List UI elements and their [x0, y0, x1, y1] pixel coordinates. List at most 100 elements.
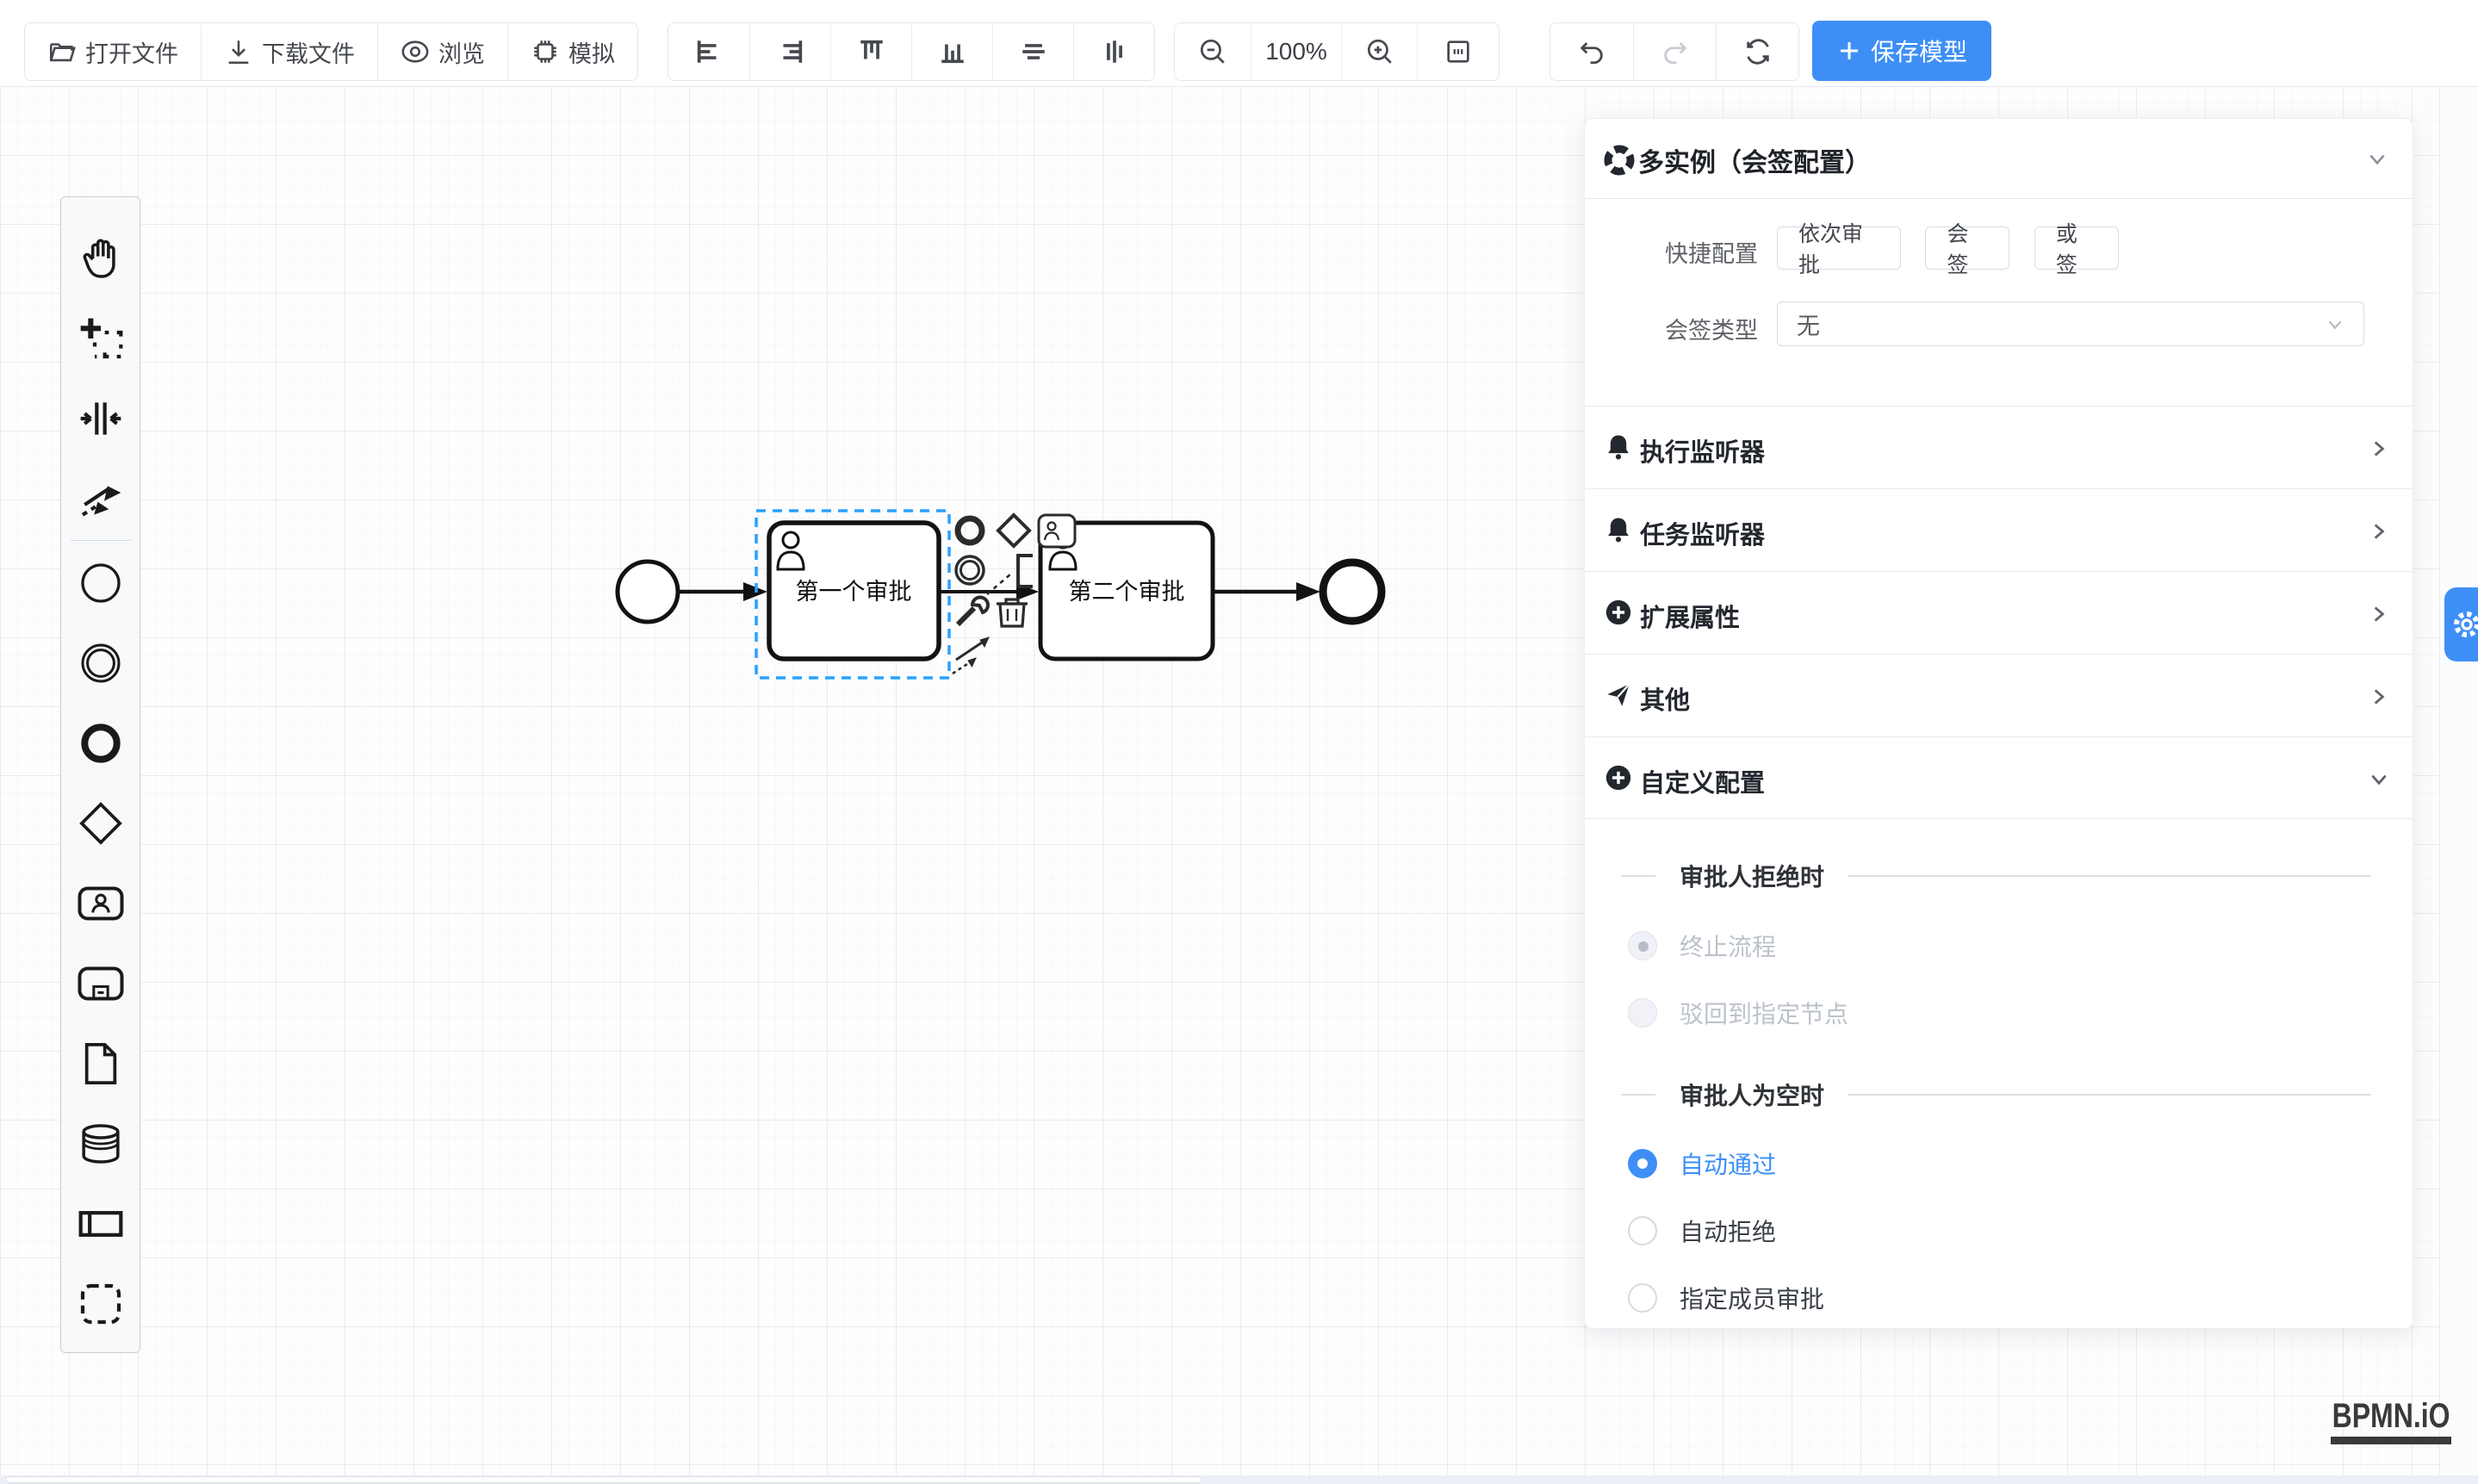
append-end-event-icon[interactable]	[958, 518, 982, 543]
quick-config-countersign-button[interactable]: 会签	[1925, 227, 2009, 270]
divider-title: 审批人拒绝时	[1680, 859, 1824, 893]
radio-assign-member[interactable]: 指定成员审批	[1628, 1281, 1824, 1315]
section-extended-properties[interactable]: 扩展属性	[1585, 571, 2413, 654]
bpmn-io-logo[interactable]: BPMN.iO	[2331, 1397, 2451, 1444]
data-store-icon	[77, 1120, 125, 1168]
redo-button[interactable]	[1633, 23, 1716, 80]
user-task-icon	[77, 879, 125, 928]
section-execution-listener[interactable]: 执行监听器	[1585, 406, 2413, 488]
radio-auto-pass[interactable]: 自动通过	[1628, 1146, 1776, 1181]
chevron-down-icon	[2324, 315, 2346, 334]
preview-label: 浏览	[438, 35, 485, 69]
save-model-label: 保存模型	[1871, 34, 1967, 68]
zoom-in-button[interactable]	[1341, 23, 1417, 80]
undo-button[interactable]	[1550, 23, 1633, 80]
palette-separator	[71, 540, 131, 541]
simulate-button[interactable]: 模拟	[507, 23, 637, 80]
palette-end-event[interactable]	[60, 703, 140, 783]
section-custom-config[interactable]: 自定义配置	[1585, 736, 2413, 819]
data-object-icon	[77, 1040, 125, 1088]
palette-data-object[interactable]	[60, 1023, 140, 1103]
bell-icon	[1604, 432, 1633, 462]
append-user-task-icon[interactable]	[1039, 515, 1075, 547]
palette-participant[interactable]	[60, 1183, 140, 1264]
quick-config-orsign-button[interactable]: 或签	[2034, 227, 2119, 270]
palette-lasso-tool[interactable]	[60, 298, 140, 378]
preview-button[interactable]: 浏览	[377, 23, 507, 80]
align-bottom-button[interactable]	[911, 23, 992, 80]
start-event-icon	[77, 559, 125, 607]
align-left-button[interactable]	[668, 23, 749, 80]
radio-label: 终止流程	[1680, 928, 1776, 963]
plus-circle-icon	[1604, 598, 1633, 627]
send-icon	[1604, 680, 1633, 710]
palette-intermediate-event[interactable]	[60, 623, 140, 703]
radio-return-to-node: 驳回到指定节点	[1628, 996, 1848, 1030]
sequence-flow-1[interactable]	[679, 582, 767, 601]
folder-open-icon	[47, 37, 77, 66]
horizontal-scrollbar-thumb[interactable]	[5, 1476, 1202, 1483]
quick-config-label: 快捷配置	[1585, 235, 1758, 269]
file-button-group: 打开文件 下载文件 浏览 模拟	[24, 22, 638, 81]
section-other[interactable]: 其他	[1585, 654, 2413, 736]
zoom-out-button[interactable]	[1175, 23, 1251, 80]
top-toolbar: 打开文件 下载文件 浏览 模拟	[0, 0, 2478, 87]
palette	[60, 196, 140, 1353]
align-center-horizontal-button[interactable]	[992, 23, 1073, 80]
align-right-button[interactable]	[749, 23, 830, 80]
palette-group[interactable]	[60, 1264, 140, 1344]
palette-global-connect-tool[interactable]	[60, 458, 140, 538]
radio-auto-reject[interactable]: 自动拒绝	[1628, 1214, 1776, 1248]
panel-header-multi-instance[interactable]: 多实例（会签配置）	[1585, 119, 2413, 199]
align-top-button[interactable]	[830, 23, 911, 80]
connect-flow-icon[interactable]	[953, 637, 989, 674]
append-gateway-icon[interactable]	[998, 515, 1029, 546]
palette-hand-tool[interactable]	[60, 218, 140, 298]
palette-gateway[interactable]	[60, 783, 140, 863]
end-event-shape[interactable]	[1323, 562, 1382, 621]
sign-type-select[interactable]: 无	[1777, 301, 2364, 346]
palette-space-tool[interactable]	[60, 378, 140, 458]
panel-title: 多实例（会签配置）	[1638, 141, 1871, 179]
settings-tab[interactable]	[2444, 587, 2478, 661]
sequence-flow-3[interactable]	[1213, 582, 1320, 601]
wrench-icon[interactable]	[958, 598, 988, 624]
section-task-listener[interactable]: 任务监听器	[1585, 488, 2413, 571]
download-file-button[interactable]: 下载文件	[201, 23, 377, 80]
align-right-icon	[776, 37, 805, 66]
open-file-label: 打开文件	[85, 35, 178, 69]
subprocess-icon	[77, 959, 125, 1008]
undo-icon	[1577, 37, 1606, 66]
user-task-1[interactable]: 第一个审批	[769, 523, 939, 659]
sign-type-value: 无	[1797, 307, 1820, 341]
divider-approver-empty: 审批人为空时	[1585, 1080, 2413, 1109]
horizontal-scrollbar-track	[0, 1475, 2478, 1484]
space-tool-icon	[77, 394, 125, 443]
end-event-icon	[77, 719, 125, 767]
reset-button[interactable]	[1716, 23, 1798, 80]
palette-subprocess[interactable]	[60, 943, 140, 1023]
open-file-button[interactable]: 打开文件	[25, 23, 201, 80]
start-event-shape[interactable]	[618, 562, 678, 622]
history-button-group	[1550, 22, 1799, 81]
task1-label: 第一个审批	[796, 579, 912, 605]
align-center-vertical-button[interactable]	[1073, 23, 1154, 80]
group-icon	[77, 1280, 125, 1328]
append-intermediate-event-icon[interactable]	[956, 556, 984, 584]
chevron-right-icon	[2368, 436, 2390, 462]
align-button-group	[668, 22, 1155, 81]
radio-dot	[1628, 998, 1657, 1028]
palette-start-event[interactable]	[60, 543, 140, 623]
align-center-vertical-icon	[1100, 37, 1129, 66]
radio-label: 自动通过	[1680, 1146, 1776, 1181]
plus-icon	[1836, 38, 1862, 64]
palette-data-store[interactable]	[60, 1103, 140, 1183]
save-model-button[interactable]: 保存模型	[1812, 21, 1991, 81]
palette-user-task[interactable]	[60, 863, 140, 943]
align-left-icon	[694, 37, 724, 66]
trash-icon[interactable]	[997, 599, 1028, 626]
connect-icon	[77, 475, 125, 523]
fit-viewport-button[interactable]	[1417, 23, 1499, 80]
quick-config-sequential-button[interactable]: 依次审批	[1777, 227, 1901, 270]
align-center-horizontal-icon	[1019, 37, 1048, 66]
